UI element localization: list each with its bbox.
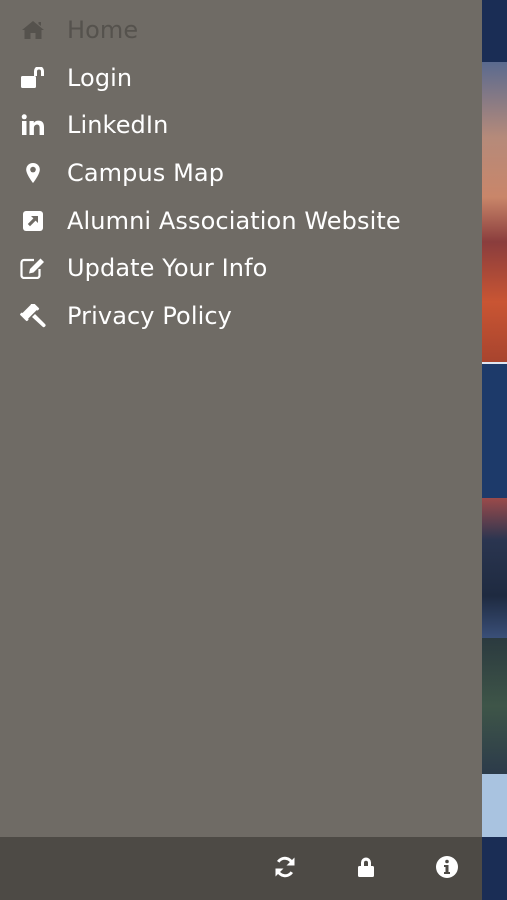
gavel-icon — [20, 303, 46, 329]
menu-item-label: Update Your Info — [67, 254, 268, 283]
background-tile — [482, 498, 507, 638]
linkedin-icon — [20, 112, 46, 138]
info-icon — [435, 855, 459, 883]
menu-item-login[interactable]: Login — [0, 54, 482, 102]
background-app-content[interactable] — [482, 0, 507, 900]
home-icon — [20, 17, 46, 43]
info-button[interactable] — [425, 837, 469, 900]
drawer-toolbar — [0, 837, 482, 900]
background-tile — [482, 362, 507, 502]
menu-item-home[interactable]: Home — [0, 6, 482, 54]
lock-icon — [357, 856, 375, 882]
app-screen: Home Login LinkedIn Campus Map Alumni As… — [0, 0, 507, 900]
menu-item-label: LinkedIn — [67, 111, 169, 140]
edit-icon — [20, 255, 46, 281]
lock-button[interactable] — [344, 837, 388, 900]
refresh-button[interactable] — [263, 837, 307, 900]
menu-item-label: Campus Map — [67, 158, 225, 187]
background-header — [482, 0, 507, 62]
background-photo-banner — [482, 62, 507, 362]
menu-item-alumni-website[interactable]: Alumni Association Website — [0, 197, 482, 245]
menu-item-label: Privacy Policy — [67, 301, 232, 330]
menu-item-privacy-policy[interactable]: Privacy Policy — [0, 292, 482, 340]
menu-item-update-info[interactable]: Update Your Info — [0, 244, 482, 292]
map-marker-icon — [20, 160, 46, 186]
refresh-icon — [273, 855, 297, 883]
background-footer — [482, 837, 507, 900]
menu-item-campus-map[interactable]: Campus Map — [0, 149, 482, 197]
drawer-menu: Home Login LinkedIn Campus Map Alumni As… — [0, 0, 482, 340]
unlock-icon — [20, 65, 46, 91]
navigation-drawer: Home Login LinkedIn Campus Map Alumni As… — [0, 0, 482, 900]
background-tile — [482, 638, 507, 774]
external-link-icon — [20, 208, 46, 234]
menu-item-linkedin[interactable]: LinkedIn — [0, 101, 482, 149]
menu-item-label: Alumni Association Website — [67, 206, 401, 235]
menu-item-label: Login — [67, 63, 133, 92]
menu-item-label: Home — [67, 15, 139, 44]
